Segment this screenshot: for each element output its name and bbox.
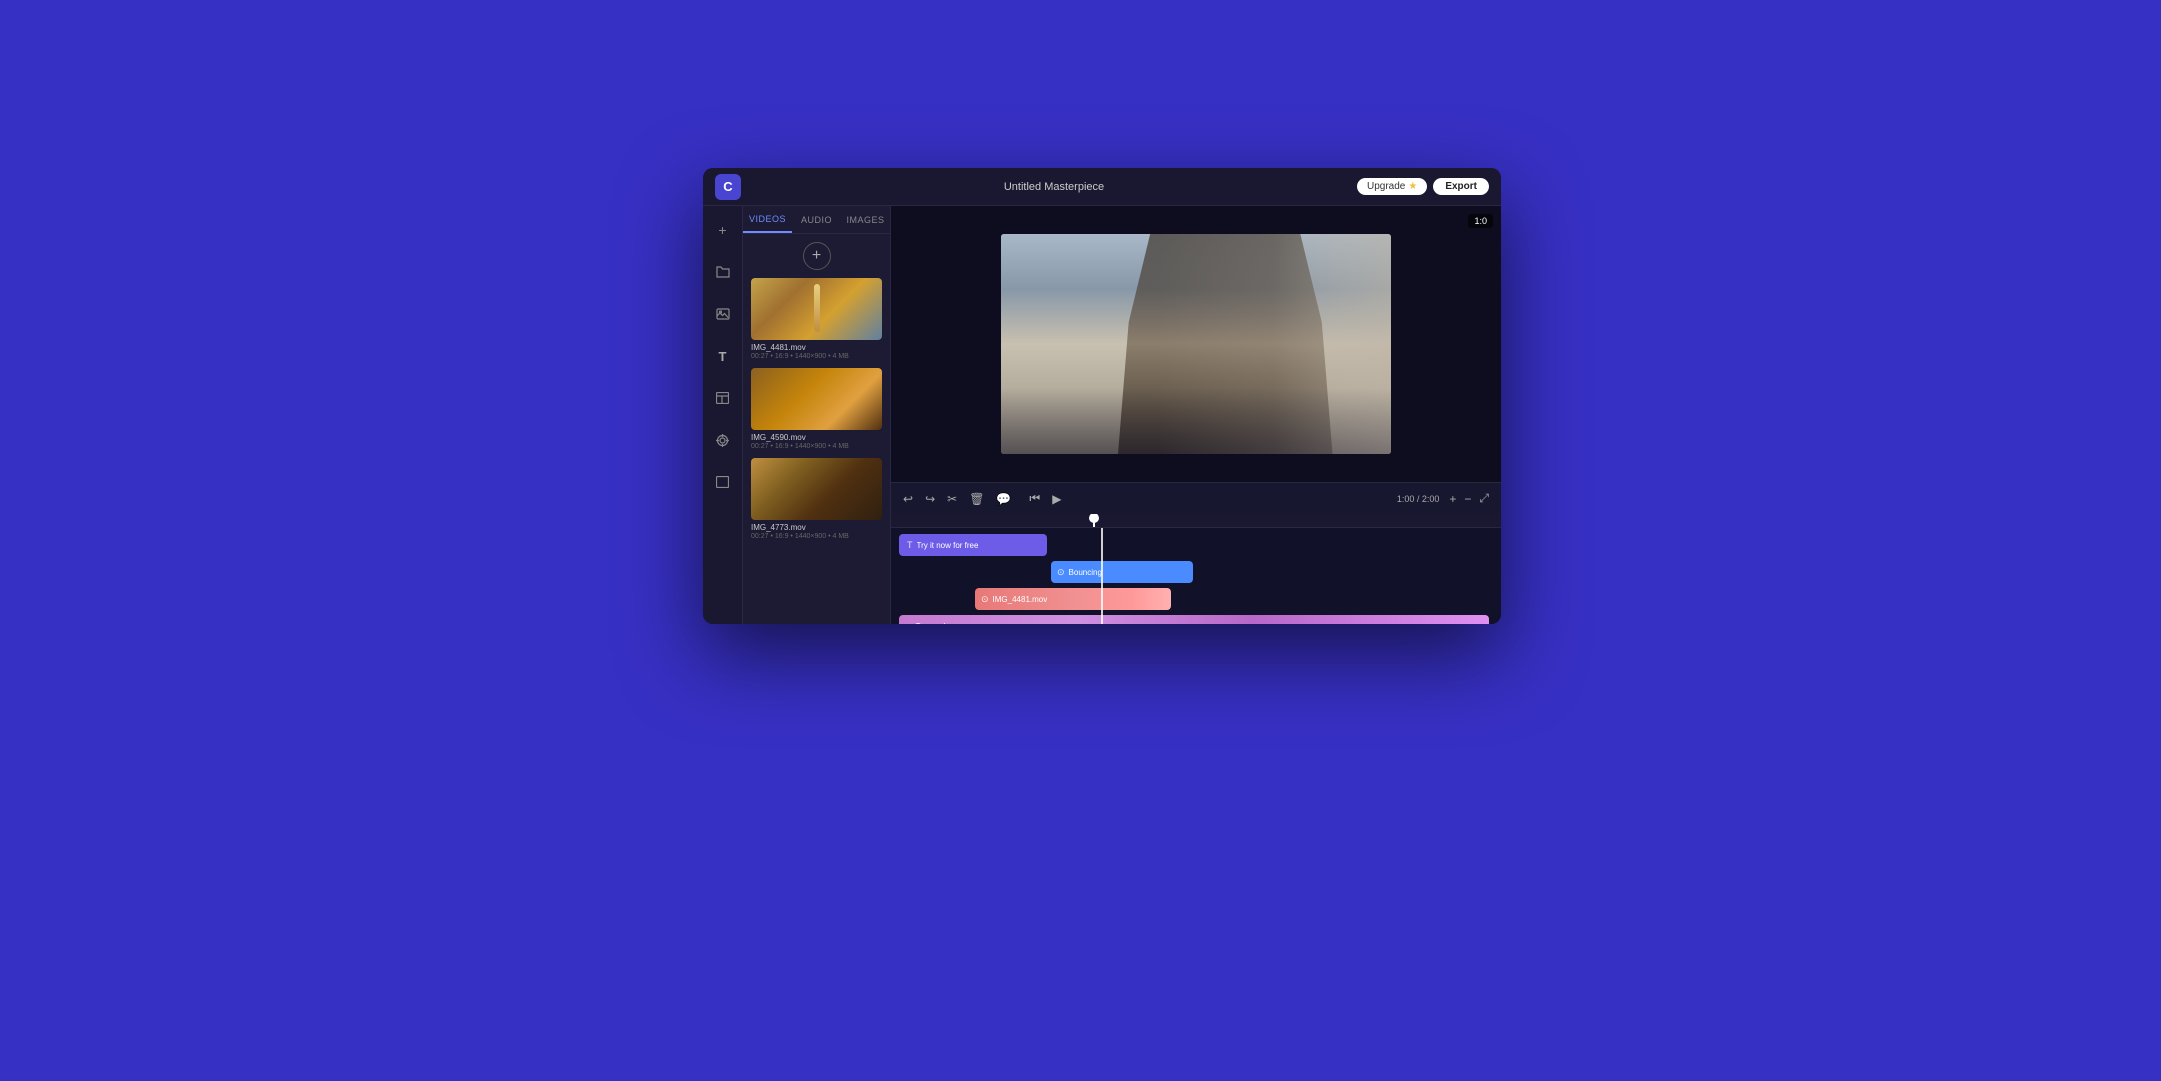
video-preview: 1:0 — [891, 206, 1501, 482]
comment-button[interactable]: 💬 — [994, 490, 1013, 508]
timeline-tracks: T Try it now for free ⊙ Bouncing — [891, 528, 1501, 624]
media-item[interactable]: IMG_4590.mov 00:27 • 16:9 • 1440×900 • 4… — [751, 368, 882, 456]
redo-button[interactable]: ↪ — [923, 490, 937, 508]
video-icon: ⊙ — [1057, 567, 1065, 578]
add-media-button[interactable]: + — [803, 242, 831, 270]
top-actions: Upgrade ★ Export — [1357, 178, 1489, 195]
time-badge: 1:0 — [1468, 214, 1493, 228]
zoom-controls: + − ⤢ — [1447, 489, 1491, 508]
media-name-2: IMG_4590.mov — [751, 433, 882, 442]
template-icon[interactable] — [709, 384, 737, 412]
media-name-3: IMG_4773.mov — [751, 523, 882, 532]
media-item[interactable]: IMG_4481.mov 00:27 • 16:9 • 1440×900 • 4… — [751, 278, 882, 366]
zoom-in-button[interactable]: + — [1447, 490, 1458, 508]
video-file-track[interactable]: ⊙ IMG_4481.mov — [975, 588, 1171, 610]
app-window: C Untitled Masterpiece Upgrade ★ Export … — [703, 168, 1501, 624]
track-row-text: T Try it now for free — [899, 534, 1493, 556]
media-meta-1: 00:27 • 16:9 • 1440×900 • 4 MB — [751, 353, 882, 360]
zoom-out-button[interactable]: − — [1462, 490, 1473, 508]
audio-track[interactable]: ♪ Tooney Loons — [899, 615, 1489, 624]
shape-icon[interactable] — [709, 468, 737, 496]
star-icon: ★ — [1408, 181, 1417, 192]
track-row-pink: ⊙ IMG_4481.mov — [899, 588, 1493, 610]
video-file-icon: ⊙ — [981, 594, 989, 605]
text-icon[interactable]: T — [709, 342, 737, 370]
video-file-label: IMG_4481.mov — [993, 595, 1048, 604]
audio-icon: ♪ — [907, 621, 912, 624]
undo-button[interactable]: ↩ — [901, 490, 915, 508]
media-panel: VIDEOS AUDIO IMAGES + IMG_4481.mov 00:27… — [743, 206, 891, 624]
text-track[interactable]: T Try it now for free — [899, 534, 1047, 556]
tab-audio[interactable]: AUDIO — [792, 206, 841, 233]
media-info-2: IMG_4590.mov 00:27 • 16:9 • 1440×900 • 4… — [751, 430, 882, 456]
top-bar: C Untitled Masterpiece Upgrade ★ Export — [703, 168, 1501, 206]
image-icon[interactable] — [709, 300, 737, 328]
media-item[interactable]: IMG_4773.mov 00:27 • 16:9 • 1440×900 • 4… — [751, 458, 882, 546]
play-button[interactable]: ▶ — [1050, 490, 1063, 508]
media-info-3: IMG_4773.mov 00:27 • 16:9 • 1440×900 • 4… — [751, 520, 882, 546]
preview-area: 1:0 ↩ ↪ ✂ 🗑 💬 ⏮ ▶ 1:00 / 2:00 + − ⤢ — [891, 206, 1501, 624]
upgrade-label: Upgrade — [1367, 181, 1405, 192]
media-thumb-2 — [751, 368, 882, 430]
timeline-controls: ↩ ↪ ✂ 🗑 💬 ⏮ ▶ 1:00 / 2:00 + − ⤢ — [891, 482, 1501, 514]
media-thumb-1 — [751, 278, 882, 340]
add-media-icon[interactable]: + — [709, 216, 737, 244]
video-effect-label: Bouncing — [1069, 568, 1102, 577]
skip-back-button[interactable]: ⏮ — [1027, 489, 1042, 508]
track-row-video: ⊙ Bouncing — [899, 561, 1493, 583]
timeline-ruler — [891, 514, 1501, 528]
time-display: 1:00 / 2:00 — [1397, 494, 1440, 504]
audio-track-label: Tooney Loons — [916, 622, 966, 625]
preview-image — [1001, 234, 1391, 454]
target-icon[interactable] — [709, 426, 737, 454]
upgrade-button[interactable]: Upgrade ★ — [1357, 178, 1427, 195]
sidebar-icons: + T — [703, 206, 743, 624]
media-thumb-3 — [751, 458, 882, 520]
text-track-icon: T — [907, 540, 913, 550]
timeline-playhead[interactable] — [1093, 514, 1095, 527]
export-button[interactable]: Export — [1433, 178, 1489, 195]
media-list: IMG_4481.mov 00:27 • 16:9 • 1440×900 • 4… — [743, 278, 890, 546]
media-name-1: IMG_4481.mov — [751, 343, 882, 352]
video-effect-track[interactable]: ⊙ Bouncing — [1051, 561, 1193, 583]
app-logo: C — [715, 174, 741, 200]
fullscreen-button[interactable]: ⤢ — [1477, 489, 1491, 508]
text-track-label: Try it now for free — [917, 541, 979, 550]
main-content: + T — [703, 206, 1501, 624]
media-info-1: IMG_4481.mov 00:27 • 16:9 • 1440×900 • 4… — [751, 340, 882, 366]
folder-icon[interactable] — [709, 258, 737, 286]
media-meta-3: 00:27 • 16:9 • 1440×900 • 4 MB — [751, 533, 882, 540]
timeline-area: T Try it now for free ⊙ Bouncing — [891, 514, 1501, 624]
tab-videos[interactable]: VIDEOS — [743, 206, 792, 233]
playhead-dot — [1089, 514, 1099, 523]
media-meta-2: 00:27 • 16:9 • 1440×900 • 4 MB — [751, 443, 882, 450]
track-row-audio: ♪ Tooney Loons — [899, 615, 1493, 624]
tab-images[interactable]: IMAGES — [841, 206, 890, 233]
split-button[interactable]: ✂ — [945, 490, 959, 508]
delete-button[interactable]: 🗑 — [967, 490, 986, 508]
media-tabs: VIDEOS AUDIO IMAGES — [743, 206, 890, 234]
project-title: Untitled Masterpiece — [751, 181, 1357, 193]
